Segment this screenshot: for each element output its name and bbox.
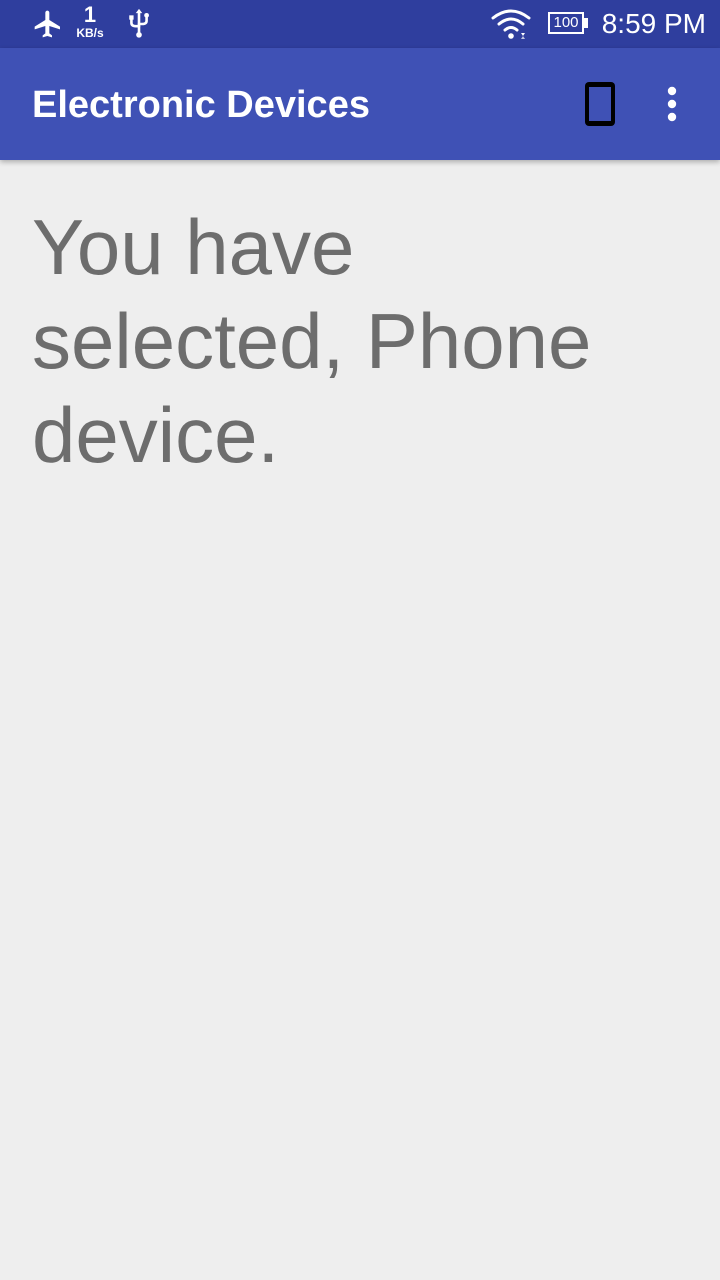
- airplane-icon: [34, 10, 60, 38]
- phone-action-button[interactable]: [572, 72, 628, 136]
- phone-icon: [585, 82, 615, 126]
- wifi-icon: [491, 9, 531, 39]
- overflow-menu-button[interactable]: [648, 72, 696, 136]
- network-speed-value: 1: [83, 2, 97, 27]
- status-bar: 1 KB/s 100 8:59 PM: [0, 0, 720, 48]
- status-clock: 8:59 PM: [601, 8, 706, 39]
- main-content: You have selected, Phone device.: [32, 200, 682, 482]
- app-bar: Electronic Devices: [0, 48, 720, 160]
- app-title: Electronic Devices: [32, 84, 370, 126]
- battery-tip: [584, 18, 588, 28]
- network-speed-unit: KB/s: [76, 26, 104, 40]
- selection-message: You have selected, Phone device.: [32, 203, 592, 479]
- network-speed-indicator: 1 KB/s: [72, 2, 108, 40]
- more-vert-icon: [667, 86, 677, 122]
- usb-icon: [129, 8, 149, 38]
- battery-indicator: 100: [548, 12, 584, 34]
